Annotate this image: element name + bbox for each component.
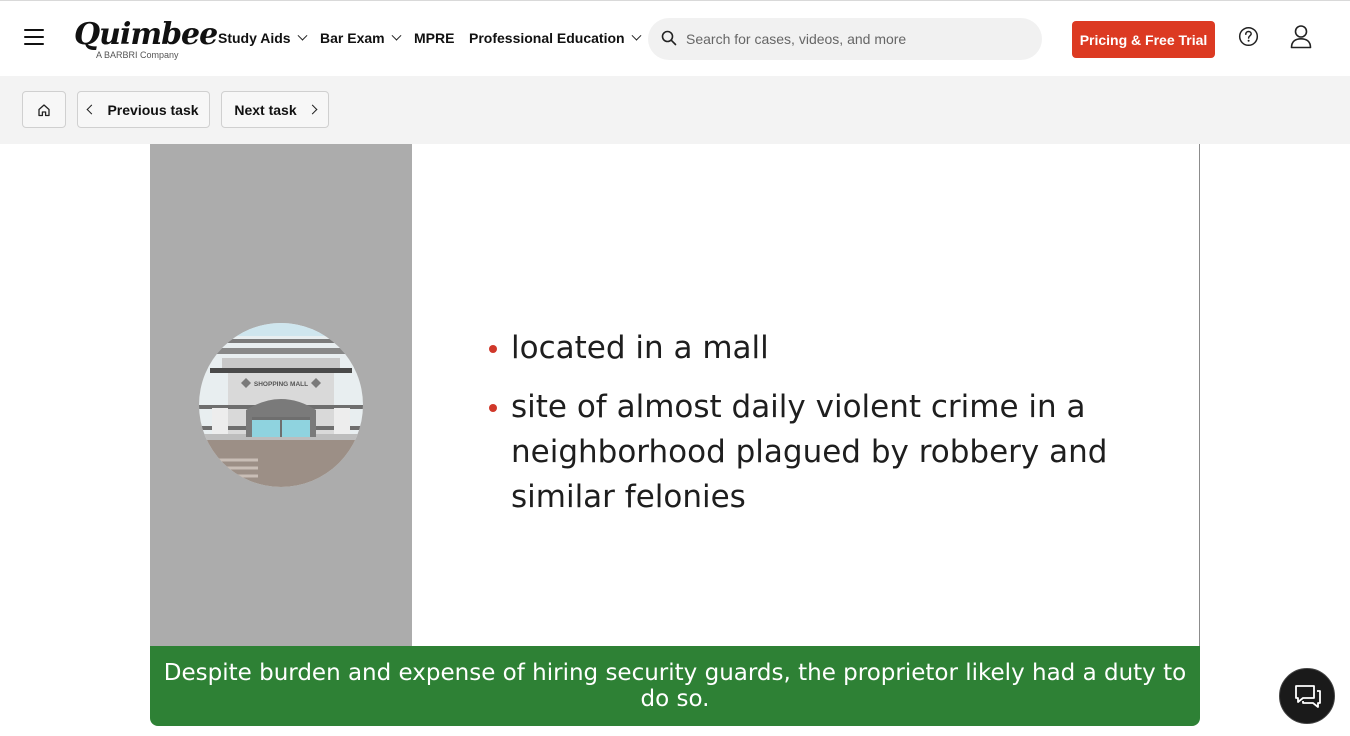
quimbee-logo[interactable]: Quimbee A BARBRI Company xyxy=(74,17,218,63)
lesson-video-player[interactable]: SHOPPING MALL located in a mall site of … xyxy=(150,144,1200,726)
mall-sign-text: SHOPPING MALL xyxy=(254,381,308,388)
slide-illustration-panel: SHOPPING MALL xyxy=(150,144,412,646)
task-navigation-bar: Previous task Next task xyxy=(0,76,1350,144)
previous-task-label: Previous task xyxy=(107,101,199,118)
pricing-free-trial-button[interactable]: Pricing & Free Trial xyxy=(1072,21,1215,58)
nav-mpre-label: MPRE xyxy=(414,30,455,46)
nav-mpre[interactable]: MPRE xyxy=(414,29,454,47)
search-icon xyxy=(661,30,677,46)
logo-wordmark: Quimbee xyxy=(74,17,218,52)
nav-professional-education[interactable]: Professional Education xyxy=(469,29,642,47)
slide-bullet: site of almost daily violent crime in a … xyxy=(489,385,1129,520)
chevron-down-icon xyxy=(631,30,642,41)
video-caption: Despite burden and expense of hiring sec… xyxy=(150,646,1200,726)
next-task-label: Next task xyxy=(234,101,297,118)
user-icon[interactable] xyxy=(1289,24,1313,49)
chevron-left-icon xyxy=(87,104,97,115)
chat-button[interactable] xyxy=(1279,668,1335,724)
slide-text-panel: located in a mall site of almost daily v… xyxy=(412,144,1200,646)
next-task-button[interactable]: Next task xyxy=(221,91,329,128)
logo-tagline: A BARBRI Company xyxy=(96,50,179,60)
search-bar xyxy=(648,18,1042,60)
chevron-down-icon xyxy=(297,30,308,41)
chevron-down-icon xyxy=(391,30,402,41)
previous-task-button[interactable]: Previous task xyxy=(77,91,210,128)
slide-bullet-list: located in a mall site of almost daily v… xyxy=(489,326,1129,534)
search-input[interactable] xyxy=(686,18,1026,60)
help-circle-icon[interactable] xyxy=(1238,26,1259,47)
home-button[interactable] xyxy=(22,91,66,128)
top-navigation-bar: Quimbee A BARBRI Company Study Aids Bar … xyxy=(0,0,1350,76)
home-icon xyxy=(38,103,50,116)
nav-study-aids-label: Study Aids xyxy=(218,30,291,46)
nav-professional-education-label: Professional Education xyxy=(469,30,625,46)
hamburger-icon[interactable] xyxy=(24,29,44,47)
nav-bar-exam-label: Bar Exam xyxy=(320,30,385,46)
nav-bar-exam[interactable]: Bar Exam xyxy=(320,29,402,47)
chat-bubble-icon xyxy=(1295,685,1321,708)
shopping-mall-illustration: SHOPPING MALL xyxy=(199,323,363,487)
nav-study-aids[interactable]: Study Aids xyxy=(218,29,308,47)
chevron-right-icon xyxy=(307,104,318,115)
slide-bullet: located in a mall xyxy=(489,326,1129,371)
